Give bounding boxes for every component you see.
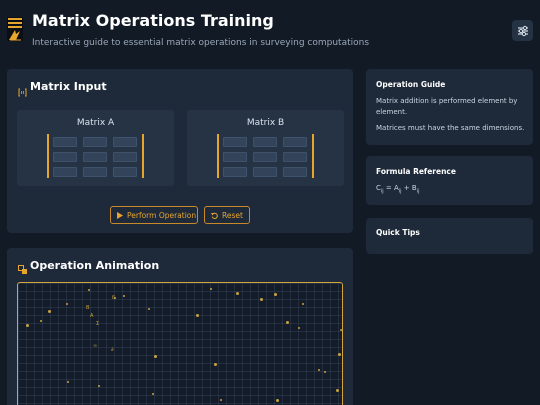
quick-tips-panel: Quick Tips [366,218,533,254]
animation-canvas: ß B A Σ ∞ ∂ [17,282,343,405]
formula-reference-title: Formula Reference [376,167,456,176]
particle-glyph: B [86,305,90,311]
operation-guide-title: Operation Guide [376,80,446,89]
matrix-b-left-bracket [217,134,219,178]
operation-guide-text-1: Matrix addition is performed element by … [376,97,518,116]
particle-glyph: ∞ [93,343,98,349]
particle [148,308,150,310]
matrix-input-panel: Matrix Input Matrix A Matrix B Perform O… [7,69,353,233]
particle [67,381,69,383]
particle [210,288,212,290]
page-subtitle: Interactive guide to essential matrix op… [32,38,370,48]
matrix-a-cell[interactable] [53,167,77,177]
formula-text: Cij = Aij + Bij [376,184,420,195]
particle [260,298,263,301]
matrix-b-cell[interactable] [253,152,277,162]
particle [340,329,342,331]
sliders-icon [517,25,528,36]
matrix-a-cell[interactable] [83,167,107,177]
matrix-b-cell[interactable] [223,137,247,147]
shapes-icon [18,260,28,279]
particle [318,369,320,371]
reset-button[interactable]: Reset [204,206,250,224]
particle [154,355,157,358]
particle [152,393,154,395]
matrix-b-cell[interactable] [283,167,307,177]
matrix-a-cell[interactable] [83,152,107,162]
perform-operation-label: Perform Operation [127,210,197,220]
particle [324,371,326,373]
operation-animation-title: Operation Animation [30,259,160,272]
particle [26,324,29,327]
particle [48,310,51,313]
particle [214,363,217,366]
particle [196,314,199,317]
matrix-b-box: Matrix B [187,110,344,186]
matrix-b-cell[interactable] [223,152,247,162]
particle-glyph: Σ [96,321,100,327]
particle [274,293,277,296]
operation-guide-panel: Operation Guide Matrix addition is perfo… [366,69,533,145]
matrix-b-cell[interactable] [223,167,247,177]
operation-guide-text-2: Matrices must have the same dimensions. [376,124,525,132]
particle [298,327,300,329]
matrix-b-cell[interactable] [283,152,307,162]
particle [123,295,125,297]
matrix-a-cell[interactable] [83,137,107,147]
matrix-a-left-bracket [47,134,49,178]
particle [286,321,289,324]
particle [40,320,42,322]
matrix-input-title: Matrix Input [30,80,107,93]
matrix-b-cell[interactable] [253,137,277,147]
matrix-a-box: Matrix A [17,110,174,186]
undo-icon [211,212,218,219]
particle [236,292,239,295]
particle [302,303,304,305]
particle [98,385,100,387]
matrix-a-cell[interactable] [113,137,137,147]
matrix-a-cell[interactable] [53,152,77,162]
particle [338,353,341,356]
settings-button[interactable] [512,20,533,41]
matrix-a-cell[interactable] [53,137,77,147]
matrix-b-label: Matrix B [246,118,285,128]
particle-glyph: ß [112,295,116,301]
matrix-a-right-bracket [142,134,144,178]
page-title: Matrix Operations Training [32,11,274,30]
particle [276,399,279,402]
particle-glyph: ∂ [111,347,114,353]
formula-reference-panel: Formula Reference Cij = Aij + Bij [366,156,533,205]
particle [336,389,339,392]
matrix-b-cell[interactable] [253,167,277,177]
reset-label: Reset [222,210,243,220]
particle [66,303,68,305]
matrix-b-cell[interactable] [283,137,307,147]
header: Matrix Operations Training Interactive g… [0,0,540,62]
matrix-b-right-bracket [312,134,314,178]
matrix-a-label: Matrix A [76,118,115,128]
app-logo [7,17,23,41]
particle-glyph: A [90,313,94,319]
particle [220,399,222,401]
particle [88,289,90,291]
play-icon [117,211,123,219]
matrix-brackets-icon [18,82,27,101]
perform-operation-button[interactable]: Perform Operation [110,206,198,224]
matrix-a-cell[interactable] [113,167,137,177]
matrix-a-cell[interactable] [113,152,137,162]
quick-tips-title: Quick Tips [376,228,420,237]
